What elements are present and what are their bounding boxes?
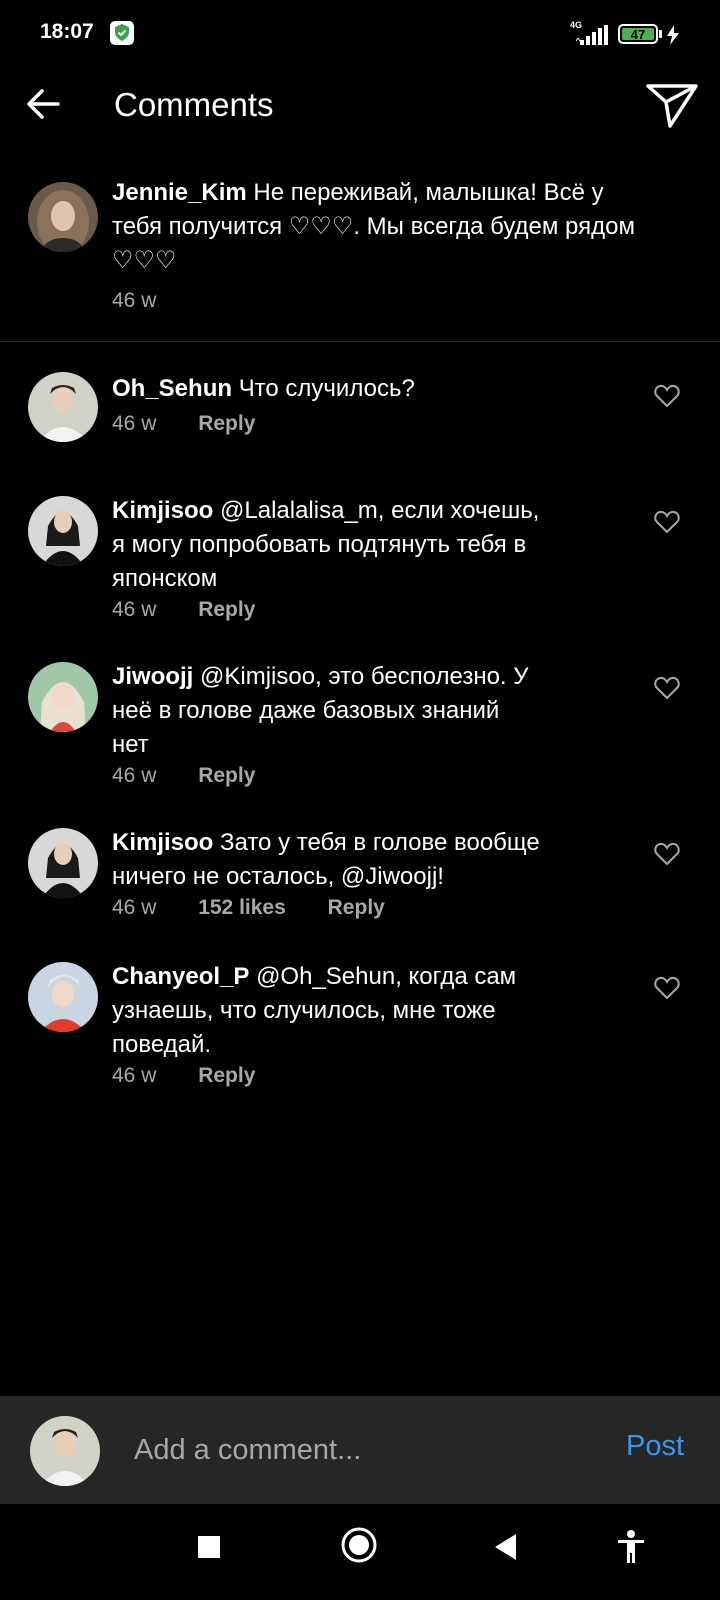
comment-meta: 46 w Reply bbox=[112, 764, 255, 788]
battery-icon: 47 bbox=[618, 24, 658, 44]
reply-button[interactable]: Reply bbox=[328, 896, 385, 920]
comment-meta: 46 w Reply bbox=[112, 412, 255, 436]
comment-item: Chanyeol_P @Oh_Sehun, когда сам узнаешь,… bbox=[0, 962, 720, 1102]
comment-username[interactable]: Jiwoojj bbox=[112, 663, 193, 690]
header: Comments bbox=[0, 70, 720, 146]
caption-text: Jennie_Kim Не переживай, малышка! Всё у … bbox=[112, 176, 712, 278]
caption-line-3: ♡♡♡ bbox=[112, 247, 177, 274]
comment-line: Что случилось? bbox=[238, 375, 415, 402]
comment-meta: 46 w Reply bbox=[112, 598, 255, 622]
comment-text: Chanyeol_P @Oh_Sehun, когда сам узнаешь,… bbox=[112, 960, 632, 1062]
comment-time: 46 w bbox=[112, 896, 157, 919]
comment-line: поведай. bbox=[112, 1031, 212, 1058]
comment-username[interactable]: Oh_Sehun bbox=[112, 375, 232, 402]
avatar bbox=[30, 1416, 100, 1486]
caption-username[interactable]: Jennie_Kim bbox=[112, 179, 247, 206]
reply-button[interactable]: Reply bbox=[198, 598, 255, 622]
avatar[interactable] bbox=[28, 182, 98, 252]
signal-icon bbox=[575, 24, 614, 51]
comment-username[interactable]: Chanyeol_P bbox=[112, 963, 249, 990]
avatar[interactable] bbox=[28, 372, 98, 442]
comment-line: @Lalalalisa_m, если хочешь, bbox=[220, 497, 540, 524]
avatar[interactable] bbox=[28, 496, 98, 566]
comment-text: Oh_Sehun Что случилось? bbox=[112, 372, 632, 406]
back-button[interactable] bbox=[24, 84, 64, 124]
send-icon bbox=[646, 84, 698, 128]
heart-icon[interactable] bbox=[654, 510, 680, 534]
comment-item: Kimjisoo @Lalalalisa_m, если хочешь, я м… bbox=[0, 496, 720, 636]
comment-line: @Oh_Sehun, когда сам bbox=[256, 963, 517, 990]
comment-line: узнаешь, что случилось, мне тоже bbox=[112, 997, 496, 1024]
reply-button[interactable]: Reply bbox=[198, 1064, 255, 1088]
caption-line-2: тебя получится ♡♡♡. Мы всегда будем рядо… bbox=[112, 213, 635, 240]
heart-icon[interactable] bbox=[654, 384, 680, 408]
shield-check-icon bbox=[110, 21, 134, 45]
heart-icon[interactable] bbox=[654, 842, 680, 866]
caption-time: 46 w bbox=[112, 289, 157, 312]
status-time: 18:07 bbox=[40, 20, 94, 43]
battery-tip bbox=[659, 30, 662, 38]
share-button[interactable] bbox=[644, 80, 700, 130]
comment-line: нет bbox=[112, 731, 149, 758]
heart-icon[interactable] bbox=[654, 976, 680, 1000]
comment-username[interactable]: Kimjisoo bbox=[112, 497, 213, 524]
comment-item: Kimjisoo Зато у тебя в голове вообще нич… bbox=[0, 828, 720, 938]
caption-meta: 46 w bbox=[112, 289, 156, 313]
comment-meta: 46 w Reply bbox=[112, 1064, 255, 1088]
comment-line: Зато у тебя в голове вообще bbox=[220, 829, 540, 856]
comment-time: 46 w bbox=[112, 598, 157, 621]
comment-line: я могу попробовать подтянуть тебя в bbox=[112, 531, 527, 558]
comment-item: Jiwoojj @Kimjisoo, это бесполезно. У неё… bbox=[0, 662, 720, 802]
comment-item: Oh_Sehun Что случилось? 46 w Reply bbox=[0, 372, 720, 462]
comment-text: Jiwoojj @Kimjisoo, это бесполезно. У неё… bbox=[112, 660, 632, 762]
comment-line: неё в голове даже базовых знаний bbox=[112, 697, 500, 724]
charging-icon bbox=[666, 25, 680, 50]
comment-input-bar: Post bbox=[0, 1396, 720, 1504]
battery-level: 47 bbox=[622, 27, 654, 42]
back-triangle-icon[interactable] bbox=[492, 1532, 518, 1567]
comment-meta: 46 w 152 likes Reply bbox=[112, 896, 385, 920]
caption: Jennie_Kim Не переживай, малышка! Всё у … bbox=[0, 170, 720, 342]
comment-time: 46 w bbox=[112, 1064, 157, 1087]
page-title: Comments bbox=[114, 86, 274, 123]
reply-button[interactable]: Reply bbox=[198, 412, 255, 436]
comment-line: @Kimjisoo, это бесполезно. У bbox=[200, 663, 529, 690]
home-circle-icon[interactable] bbox=[340, 1526, 378, 1569]
caption-line-1: Не переживай, малышка! Всё у bbox=[253, 179, 604, 206]
comment-text: Kimjisoo Зато у тебя в голове вообще нич… bbox=[112, 826, 632, 894]
avatar[interactable] bbox=[28, 662, 98, 732]
comment-line: ничего не осталось, @Jiwoojj! bbox=[112, 863, 444, 890]
comment-time: 46 w bbox=[112, 412, 157, 435]
heart-icon[interactable] bbox=[654, 676, 680, 700]
avatar[interactable] bbox=[28, 828, 98, 898]
comment-input[interactable] bbox=[134, 1428, 594, 1472]
post-button[interactable]: Post bbox=[626, 1430, 684, 1463]
arrow-left-icon bbox=[27, 89, 60, 119]
comment-line: японском bbox=[112, 565, 218, 592]
avatar[interactable] bbox=[28, 962, 98, 1032]
comment-text: Kimjisoo @Lalalalisa_m, если хочешь, я м… bbox=[112, 494, 632, 596]
likes-count[interactable]: 152 likes bbox=[198, 896, 286, 920]
status-indicators: 4G 47 bbox=[570, 20, 692, 48]
system-nav-bar bbox=[0, 1504, 720, 1600]
status-bar: 18:07 4G 47 bbox=[0, 0, 720, 70]
comment-username[interactable]: Kimjisoo bbox=[112, 829, 213, 856]
reply-button[interactable]: Reply bbox=[198, 764, 255, 788]
recents-square-icon[interactable] bbox=[196, 1534, 222, 1565]
comment-time: 46 w bbox=[112, 764, 157, 787]
accessibility-icon[interactable] bbox=[616, 1530, 646, 1569]
